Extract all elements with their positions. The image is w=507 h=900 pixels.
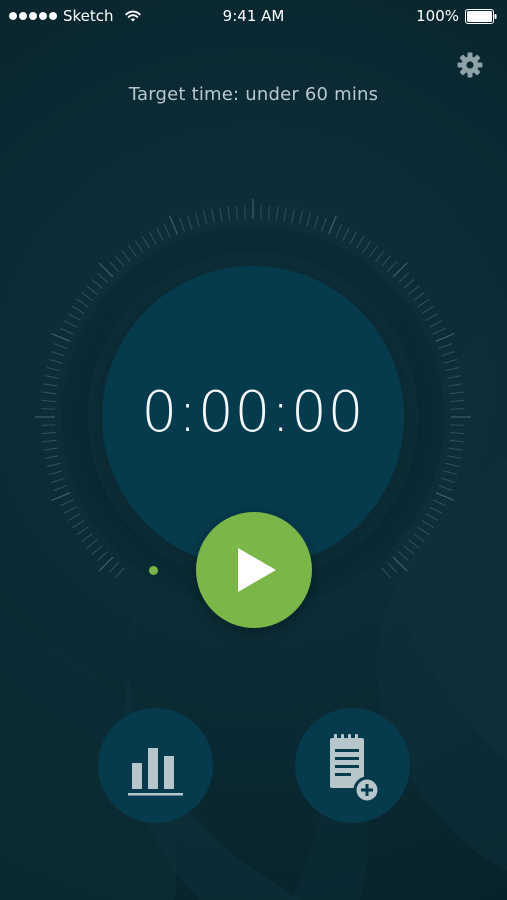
battery-percent: 100% bbox=[416, 7, 459, 25]
status-right: 100% bbox=[416, 7, 498, 25]
play-button[interactable] bbox=[196, 512, 312, 628]
battery-icon bbox=[465, 8, 497, 24]
timer-display: 0:00:00 bbox=[141, 380, 365, 445]
status-bar: Sketch 9:41 AM 100% bbox=[0, 0, 507, 34]
stats-button[interactable] bbox=[98, 708, 213, 823]
progress-indicator-dot bbox=[149, 566, 158, 575]
bar-chart-icon bbox=[128, 748, 183, 796]
add-log-button[interactable] bbox=[295, 708, 410, 823]
play-icon bbox=[238, 548, 276, 592]
settings-button[interactable] bbox=[456, 51, 484, 79]
clipboard-add-icon bbox=[330, 734, 381, 804]
gear-icon bbox=[457, 52, 483, 78]
timer-screen: Sketch 9:41 AM 100% Target time: under 6… bbox=[0, 0, 507, 900]
target-time-label: Target time: under 60 mins bbox=[128, 84, 379, 105]
